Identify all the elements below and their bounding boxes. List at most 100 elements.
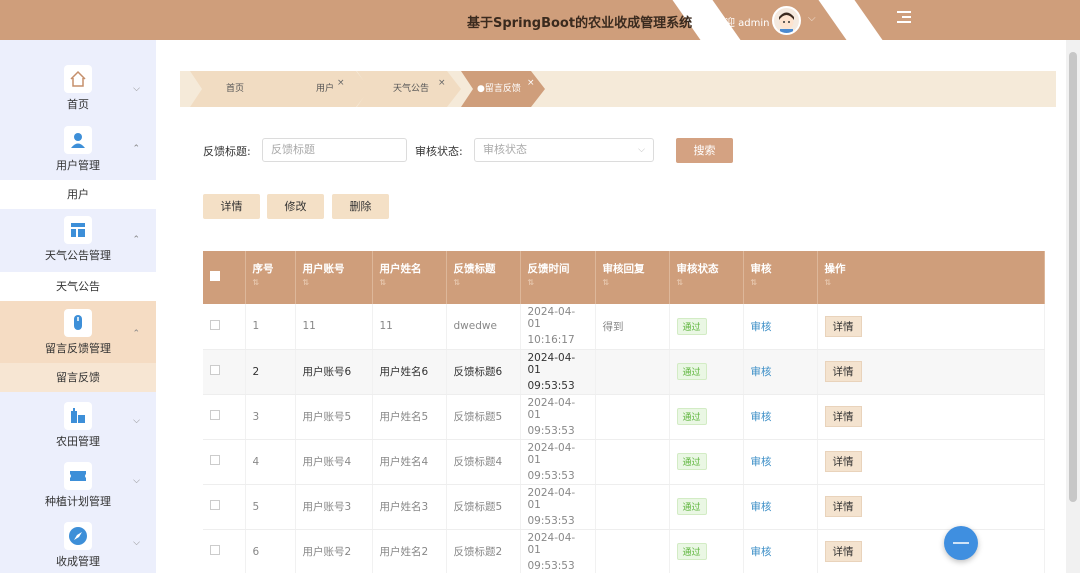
cell-reply: [595, 484, 670, 530]
compass-icon: [64, 522, 92, 550]
cell-time: 2024-04-01 10:16:17: [520, 304, 596, 350]
chevron-up-icon: ⌃: [132, 144, 140, 154]
top-header: 基于SpringBoot的农业收成管理系统 欢迎 admin ⌵: [0, 0, 1080, 40]
column-header[interactable]: 操作 ⇅: [817, 251, 1045, 304]
cell-no: 4: [245, 439, 296, 485]
sidebar-subitem-feedback[interactable]: 留言反馈: [0, 363, 156, 392]
cell-audit: 审核: [743, 349, 818, 395]
feedback-title-input[interactable]: 反馈标题: [262, 138, 407, 162]
sidebar-item-harvest-management[interactable]: 收成管理 ⌵: [0, 516, 156, 573]
column-header[interactable]: 用户姓名 ⇅: [372, 251, 447, 304]
detail-button[interactable]: 详情: [203, 194, 260, 219]
status-badge: 通过: [676, 453, 707, 470]
column-header[interactable]: 审核 ⇅: [743, 251, 818, 304]
cell-title: 反馈标题5: [446, 484, 521, 530]
cell-no: 6: [245, 529, 296, 573]
cell-name: 11: [372, 304, 447, 350]
sidebar-item-weather-notice-management[interactable]: 天气公告管理 ⌃: [0, 209, 156, 272]
row-checkbox[interactable]: [203, 484, 246, 530]
audit-link[interactable]: 审核: [751, 546, 772, 558]
sidebar-item-feedback-management[interactable]: 留言反馈管理 ⌃: [0, 301, 156, 363]
cell-audit: 审核: [743, 304, 818, 350]
edit-button[interactable]: 修改: [267, 194, 324, 219]
row-checkbox[interactable]: [203, 349, 246, 395]
cell-clock: 09:53:53: [527, 424, 575, 437]
cell-clock: 09:53:53: [527, 469, 575, 482]
audit-link[interactable]: 审核: [751, 411, 772, 423]
select-all-checkbox[interactable]: [203, 251, 246, 304]
status-badge: 通过: [676, 317, 707, 335]
cell-operation: 详情: [817, 394, 1045, 440]
cell-operation: 详情: [817, 529, 1045, 573]
cell-clock: 09:53:53: [527, 379, 575, 392]
sidebar-subitem-user[interactable]: 用户: [0, 180, 156, 209]
row-checkbox[interactable]: [203, 394, 246, 440]
cell-time: 2024-04-01 09:53:53: [520, 394, 596, 440]
table-row[interactable]: 3 用户账号5 用户姓名5 反馈标题5 2024-04-01 09:53:53 通过 审核 详情: [203, 394, 1045, 440]
audit-link[interactable]: 审核: [751, 456, 772, 468]
audit-link[interactable]: 审核: [751, 501, 772, 513]
cell-title: 反馈标题6: [446, 349, 521, 395]
sidebar-item-label: 留言反馈管理: [45, 342, 111, 355]
column-header[interactable]: 审核回复 ⇅: [595, 251, 670, 304]
row-detail-button[interactable]: 详情: [824, 541, 862, 562]
sidebar-item-farmland-management[interactable]: 农田管理 ⌵: [0, 392, 156, 454]
column-header[interactable]: 序号 ⇅: [245, 251, 296, 304]
row-detail-button[interactable]: 详情: [824, 406, 862, 427]
table-row[interactable]: 5 用户账号3 用户姓名3 反馈标题5 2024-04-01 09:53:53 通过 审核 详情: [203, 484, 1045, 530]
header-decor-stripe: [811, 0, 897, 40]
page-scrollbar[interactable]: [1066, 40, 1080, 573]
menu-toggle-icon[interactable]: [897, 11, 913, 25]
search-button[interactable]: 搜索: [676, 138, 733, 163]
close-icon[interactable]: ×: [527, 65, 535, 101]
cell-operation: 详情: [817, 349, 1045, 395]
row-checkbox[interactable]: [203, 439, 246, 485]
delete-button[interactable]: 删除: [332, 194, 389, 219]
chevron-up-icon: ⌃: [132, 235, 140, 245]
table-row[interactable]: 4 用户账号4 用户姓名4 反馈标题4 2024-04-01 09:53:53 通过 审核 详情: [203, 439, 1045, 485]
sidebar-item-user-management[interactable]: 用户管理 ⌃: [0, 124, 156, 180]
sidebar-item-label: 收成管理: [56, 555, 100, 568]
scrollbar-thumb[interactable]: [1069, 52, 1077, 502]
audit-link[interactable]: 审核: [751, 366, 772, 378]
welcome-text: 欢迎 admin: [715, 18, 770, 29]
row-checkbox[interactable]: [203, 529, 246, 573]
floating-action-button[interactable]: [944, 526, 978, 560]
cell-audit: 审核: [743, 439, 818, 485]
column-header[interactable]: 审核状态 ⇅: [669, 251, 744, 304]
sidebar-item-home[interactable]: 首页 ⌵: [0, 40, 156, 124]
audit-link[interactable]: 审核: [751, 321, 772, 333]
feedback-table: 序号 ⇅ 用户账号 ⇅ 用户姓名 ⇅ 反馈标题 ⇅ 反馈时间 ⇅ 审核回复 ⇅ 审核状态 ⇅ …: [203, 251, 1045, 573]
row-detail-button[interactable]: 详情: [824, 361, 862, 382]
user-dropdown-chevron-icon[interactable]: ⌵: [808, 13, 816, 24]
sidebar-item-planting-plan-management[interactable]: 种植计划管理 ⌵: [0, 454, 156, 516]
row-detail-button[interactable]: 详情: [824, 496, 862, 517]
row-detail-button[interactable]: 详情: [824, 451, 862, 472]
table-row[interactable]: 6 用户账号2 用户姓名2 反馈标题2 2024-04-01 09:53:53 通过 审核 详情: [203, 529, 1045, 573]
cell-title: 反馈标题4: [446, 439, 521, 485]
avatar-face-icon: [779, 12, 794, 33]
row-detail-button[interactable]: 详情: [824, 315, 862, 337]
chevron-down-icon: ⌵: [133, 416, 140, 426]
cell-status: 通过: [669, 484, 744, 530]
cell-account: 用户账号4: [295, 439, 373, 485]
close-icon[interactable]: ×: [438, 65, 446, 101]
tab-weather-notice[interactable]: 天气公告 ×: [357, 71, 461, 107]
sidebar-subitem-weather-notice[interactable]: 天气公告: [0, 272, 156, 301]
column-header[interactable]: 反馈标题 ⇅: [446, 251, 521, 304]
close-icon[interactable]: ×: [337, 65, 345, 101]
tab-feedback[interactable]: ●留言反馈 ×: [461, 71, 545, 107]
cell-operation: 详情: [817, 484, 1045, 530]
avatar[interactable]: [772, 6, 801, 35]
audit-status-select[interactable]: 审核状态 ⌵: [474, 138, 654, 162]
cell-name: 用户姓名5: [372, 394, 447, 440]
table-row[interactable]: 2 用户账号6 用户姓名6 反馈标题6 2024-04-01 09:53:53 通过 审核 详情: [203, 349, 1045, 395]
table-row[interactable]: 1 11 11 dwedwe 2024-04-01 10:16:17 得到 通过 审核 详情: [203, 304, 1045, 350]
cell-no: 2: [245, 349, 296, 395]
column-header[interactable]: 用户账号 ⇅: [295, 251, 373, 304]
status-badge: 通过: [676, 543, 707, 560]
cell-time: 2024-04-01 09:53:53: [520, 349, 596, 395]
row-checkbox[interactable]: [203, 304, 246, 350]
cell-title: 反馈标题2: [446, 529, 521, 573]
column-header[interactable]: 反馈时间 ⇅: [520, 251, 596, 304]
